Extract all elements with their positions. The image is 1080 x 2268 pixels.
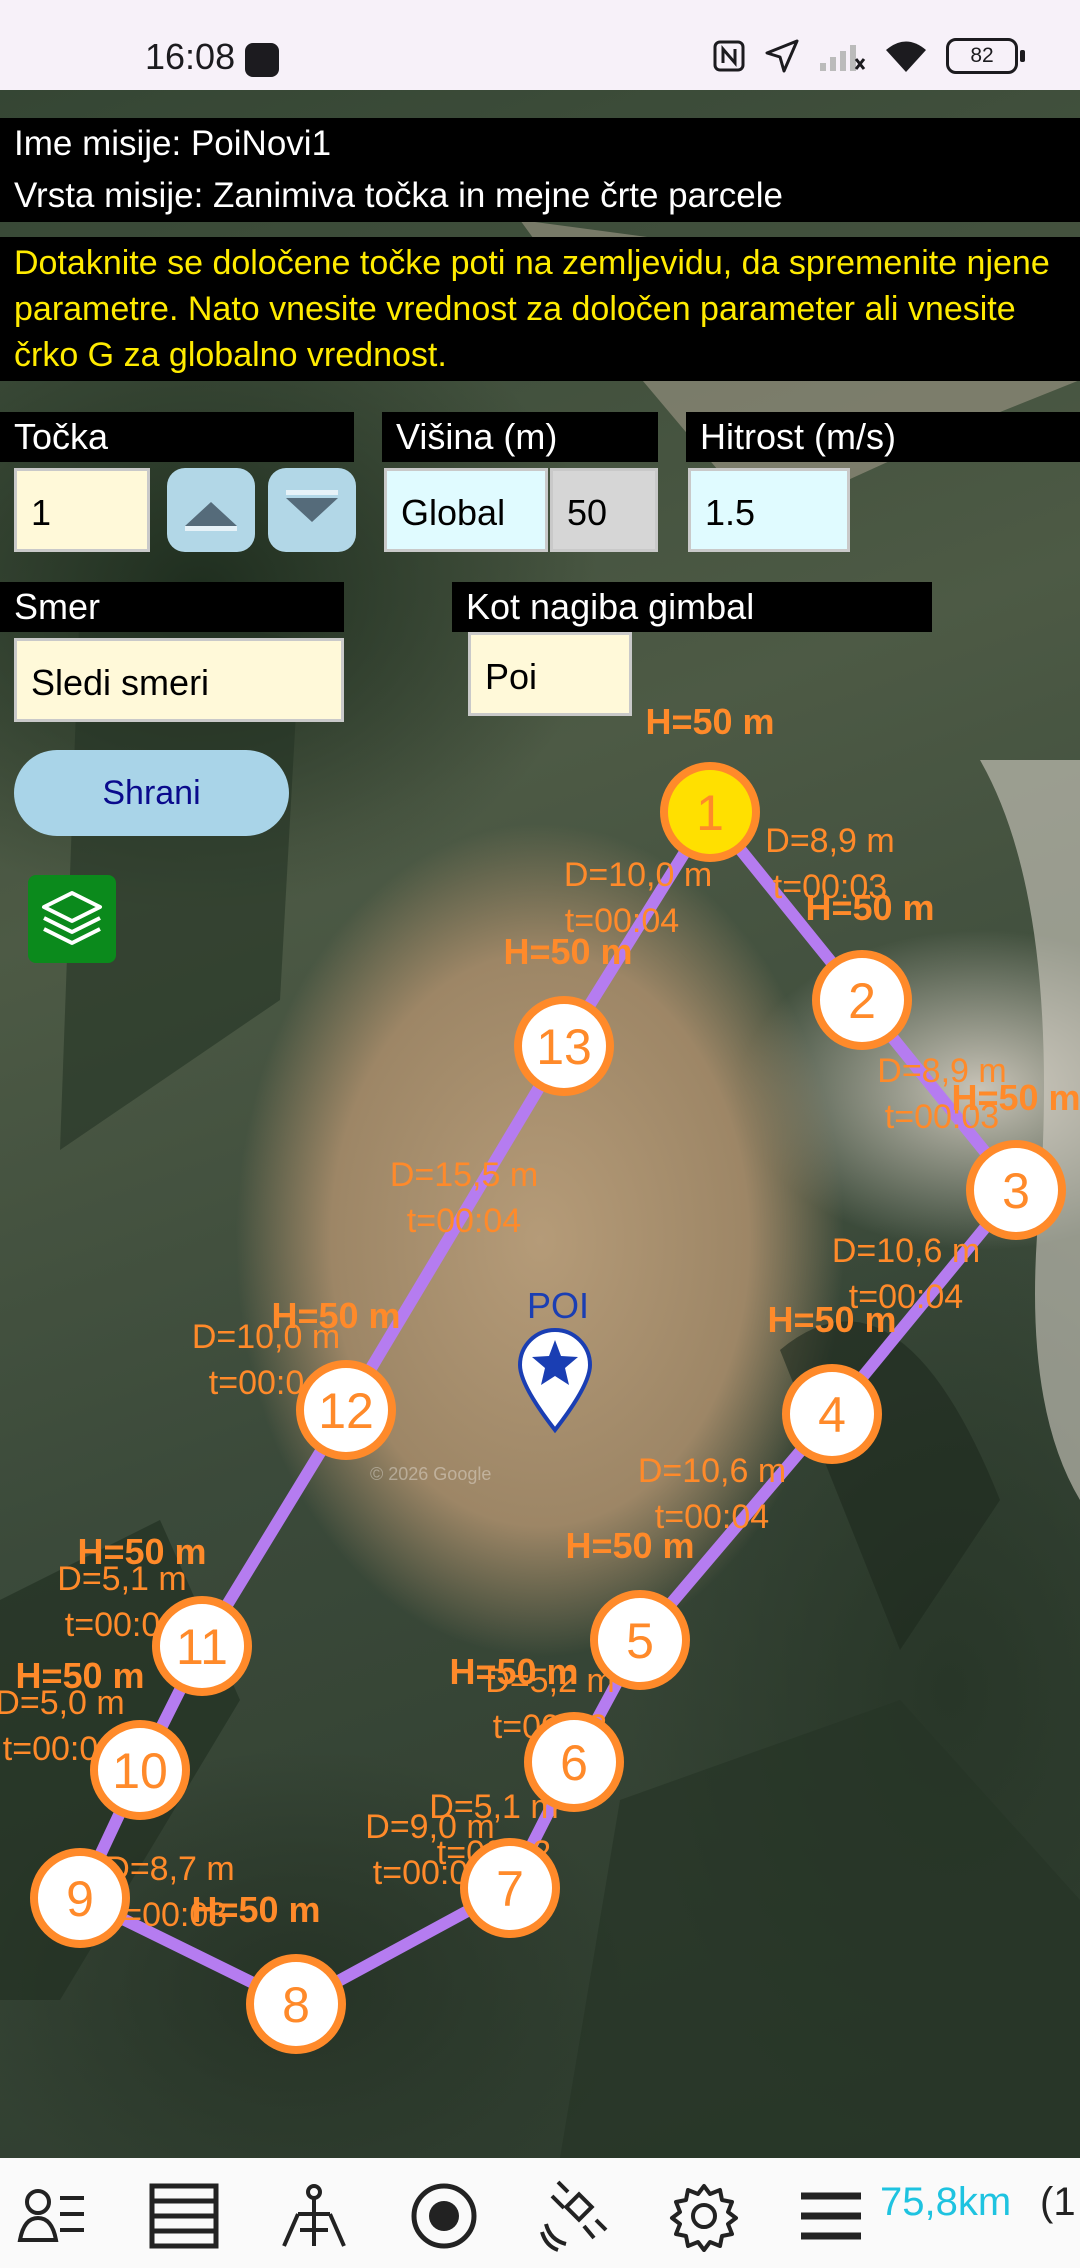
location-arrow-icon bbox=[765, 39, 799, 73]
waypoint-number: 12 bbox=[318, 1383, 374, 1439]
arrow-up-icon bbox=[185, 502, 237, 531]
waypoint-height-label: H=50 m bbox=[565, 1525, 694, 1566]
segment-distance-label: D=15,5 m bbox=[390, 1156, 538, 1194]
segment-distance-label: D=8,9 m bbox=[765, 822, 894, 860]
status-time: 16:08 bbox=[145, 36, 236, 77]
poi-marker[interactable]: POI bbox=[517, 1285, 593, 1434]
point-down-button[interactable] bbox=[268, 468, 356, 552]
waypoint-number: 3 bbox=[1002, 1163, 1030, 1219]
waypoint-height-label: H=50 m bbox=[449, 1651, 578, 1692]
map-watermark: © 2026 Google bbox=[370, 1464, 491, 1484]
point-input[interactable]: 1 bbox=[14, 468, 150, 552]
gimbal-select[interactable]: Poi bbox=[468, 632, 632, 716]
waypoint-marker[interactable]: 1 bbox=[660, 762, 760, 862]
point-label: Točka bbox=[0, 412, 354, 462]
speed-input[interactable]: 1.5 bbox=[688, 468, 850, 552]
heading-select[interactable]: Sledi smeri bbox=[14, 638, 344, 722]
poi-label: POI bbox=[527, 1285, 589, 1326]
drone-home-icon[interactable] bbox=[278, 2180, 350, 2252]
map-layers-button[interactable] bbox=[28, 875, 116, 963]
waypoint-number: 10 bbox=[112, 1743, 168, 1799]
layers-icon bbox=[42, 891, 102, 945]
height-mode-input[interactable]: Global bbox=[384, 468, 548, 552]
waypoint-number: 6 bbox=[560, 1735, 588, 1791]
waypoint-height-label: H=50 m bbox=[645, 701, 774, 742]
waypoint-marker[interactable]: 2 bbox=[812, 950, 912, 1050]
instructions-text: Dotaknite se določene točke poti na zeml… bbox=[0, 237, 1080, 381]
waypoint-marker[interactable]: 5 bbox=[590, 1590, 690, 1690]
gimbal-label: Kot nagiba gimbal bbox=[452, 582, 932, 632]
height-label: Višina (m) bbox=[382, 412, 658, 462]
waypoint-marker[interactable]: 11 bbox=[152, 1596, 252, 1696]
person-list-icon[interactable] bbox=[16, 2180, 88, 2252]
wifi-icon bbox=[886, 41, 926, 72]
waypoint-number: 8 bbox=[282, 1977, 310, 2033]
waypoint-marker[interactable]: 8 bbox=[246, 1954, 346, 2054]
record-icon[interactable] bbox=[408, 2180, 480, 2252]
satellite-map[interactable]: © 2026 Google D=8,9 m t=00:03 D=8,9 m t=00:… bbox=[0, 90, 1080, 2158]
heading-label: Smer bbox=[0, 582, 344, 632]
waypoint-marker[interactable]: 12 bbox=[296, 1360, 396, 1460]
waypoint-height-label: H=50 m bbox=[503, 931, 632, 972]
waypoint-number: 7 bbox=[496, 1861, 524, 1917]
save-button[interactable]: Shrani bbox=[14, 750, 289, 836]
waypoint-marker[interactable]: 13 bbox=[514, 996, 614, 1096]
waypoint-height-label: H=50 m bbox=[951, 1077, 1080, 1118]
segment-distance-label: D=10,6 m bbox=[638, 1452, 786, 1490]
waypoint-number: 1 bbox=[696, 785, 724, 841]
waypoint-height-label: H=50 m bbox=[191, 1889, 320, 1930]
waypoint-height-label: H=50 m bbox=[805, 887, 934, 928]
status-icons: 82 bbox=[712, 38, 1025, 74]
signal-icon bbox=[820, 45, 866, 71]
waypoint-marker[interactable]: 4 bbox=[782, 1364, 882, 1464]
waypoint-height-label: H=50 m bbox=[15, 1655, 144, 1696]
waypoint-marker[interactable]: 3 bbox=[966, 1140, 1066, 1240]
height-value-display: 50 bbox=[550, 468, 658, 552]
waypoint-marker[interactable]: 6 bbox=[524, 1712, 624, 1812]
battery-icon: 82 bbox=[946, 38, 1025, 74]
segment-distance-label: D=9,0 m bbox=[365, 1808, 494, 1846]
waypoint-marker[interactable]: 7 bbox=[460, 1838, 560, 1938]
waypoint-number: 2 bbox=[848, 973, 876, 1029]
segment-distance-label: D=10,6 m bbox=[832, 1232, 980, 1270]
waypoint-number: 4 bbox=[818, 1387, 846, 1443]
distance-extra: (1 bbox=[1040, 2180, 1076, 2224]
waypoint-height-label: H=50 m bbox=[767, 1299, 896, 1340]
waypoint-number: 13 bbox=[536, 1019, 592, 1075]
gear-icon[interactable] bbox=[668, 2180, 740, 2252]
status-bar: 16:08 82 bbox=[0, 0, 1080, 90]
distance-readout: 75,8km bbox=[880, 2180, 1012, 2224]
waypoint-number: 5 bbox=[626, 1613, 654, 1669]
notification-icon bbox=[245, 43, 279, 77]
waypoint-marker[interactable]: 10 bbox=[90, 1720, 190, 1820]
map-overlay[interactable]: © 2026 Google D=8,9 mt=00:03D=8,9 mt=00:… bbox=[0, 90, 1080, 2158]
waypoint-marker[interactable]: 9 bbox=[30, 1848, 130, 1948]
satellite-icon[interactable] bbox=[538, 2180, 610, 2252]
mission-name: Ime misije: PoiNovi1 bbox=[14, 124, 332, 163]
nfc-icon bbox=[713, 40, 745, 72]
segment-time-label: t=00:04 bbox=[407, 1202, 521, 1240]
segment-distance-label: D=10,0 m bbox=[564, 856, 712, 894]
mission-type: Vrsta misije: Zanimiva točka in mejne čr… bbox=[14, 176, 783, 215]
mission-info: Ime misije: PoiNovi1 Vrsta misije: Zanim… bbox=[0, 118, 1080, 222]
waypoint-height-label: H=50 m bbox=[271, 1295, 400, 1336]
menu-icon[interactable] bbox=[795, 2180, 867, 2252]
waypoint-number: 11 bbox=[176, 1619, 228, 1675]
waypoint-height-label: H=50 m bbox=[77, 1531, 206, 1572]
arrow-down-icon bbox=[286, 490, 338, 522]
speed-label: Hitrost (m/s) bbox=[686, 412, 1080, 462]
point-up-button[interactable] bbox=[167, 468, 255, 552]
waypoint-number: 9 bbox=[66, 1871, 94, 1927]
layers-list-icon[interactable] bbox=[148, 2180, 220, 2252]
